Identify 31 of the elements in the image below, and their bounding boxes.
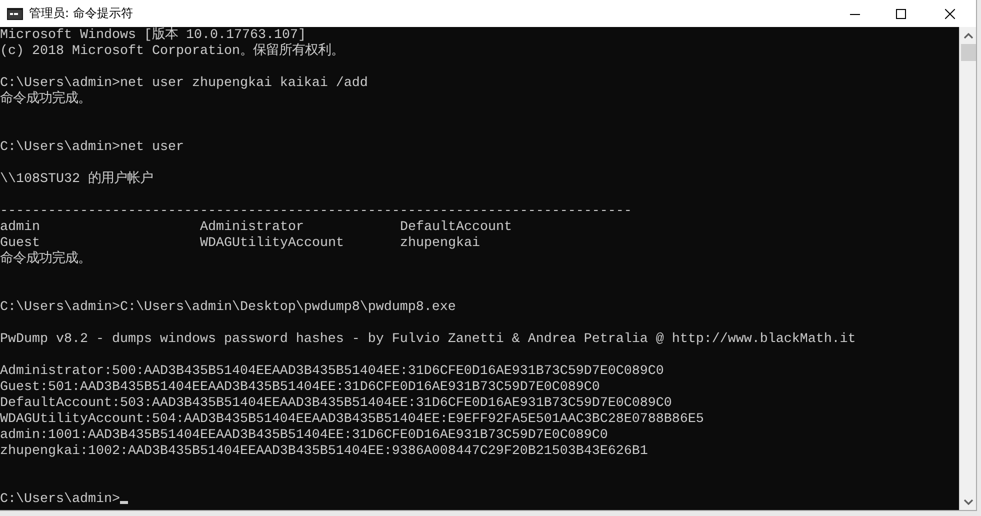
account-name: WDAGUtilityAccount [200, 236, 345, 252]
account-name: admin [0, 220, 41, 236]
console-line: DefaultAccount:503:AAD3B435B51404EEAAD3B435B51404EE:31D6CFE0D16AE931B73C59D7E0C089C0 [0, 396, 672, 411]
scrollbar[interactable] [959, 27, 976, 510]
account-name: DefaultAccount [400, 220, 513, 236]
console-line: ------------------------------------------------------------------------------- [0, 204, 632, 219]
account-name: zhupengkai [400, 236, 481, 252]
console-line: Guest:501:AAD3B435B51404EEAAD3B435B51404EE:31D6CFE0D16AE931B73C59D7E0C089C0 [0, 380, 600, 395]
console-line: PwDump v8.2 - dumps windows password hashes - by Fulvio Zanetti & Andrea Petralia @ http://www.blackMath.it [0, 332, 856, 347]
close-icon[interactable] [945, 8, 955, 18]
console-line: (c) 2018 Microsoft Corporation。保留所有权利。 [0, 44, 344, 59]
account-name: Guest [0, 236, 41, 251]
console-line: zhupengkai:1002:AAD3B435B51404EEAAD3B435B51404EE:9386A008447C29F20B21503B43E626B1 [0, 444, 648, 459]
console-line: C:\Users\admin>net user zhupengkai kaikai /add [0, 76, 368, 91]
console-line: 命令成功完成。 [0, 252, 91, 267]
console-line: \\108STU32 的用户帐户 [0, 172, 153, 187]
console-line: 命令成功完成。 [0, 92, 91, 107]
maximize-icon[interactable] [896, 8, 906, 18]
console-line: Administrator:500:AAD3B435B51404EEAAD3B435B51404EE:31D6CFE0D16AE931B73C59D7E0C089C0 [0, 364, 664, 379]
console-line: admin:1001:AAD3B435B51404EEAAD3B435B51404EE:31D6CFE0D16AE931B73C59D7E0C089C0 [0, 428, 608, 443]
account-name: Administrator [200, 220, 305, 236]
command-prompt: C:\Users\admin> [0, 492, 120, 507]
console-line: C:\Users\admin>C:\Users\admin\Desktop\pwdump8\pwdump8.exe [0, 300, 456, 315]
console-line: C:\Users\admin>net user [0, 140, 184, 155]
scroll-up-icon[interactable] [964, 33, 972, 39]
console-line: WDAGUtilityAccount:504:AAD3B435B51404EEAAD3B435B51404EE:E9EFF92FA5E501AAC3BC28E0788B86E5 [0, 412, 704, 427]
scroll-down-icon[interactable] [964, 499, 972, 505]
console-icon [7, 8, 23, 20]
window-title: 管理员: 命令提示符 [29, 5, 133, 22]
console-line: Microsoft Windows [版本 10.0.17763.107] [0, 28, 306, 43]
scroll-thumb[interactable] [960, 44, 976, 61]
